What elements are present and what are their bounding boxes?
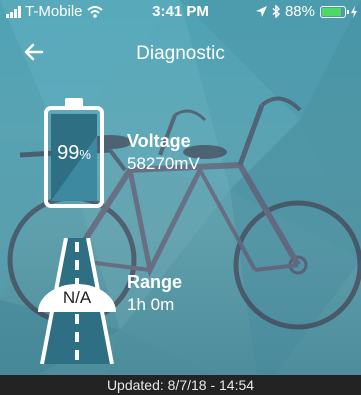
location-arrow-icon	[255, 6, 267, 17]
voltage-value: 58270mV	[127, 154, 200, 173]
battery-percent-label: 88%	[284, 3, 315, 20]
range-label: Range	[127, 272, 183, 292]
battery-percent-value: 99	[57, 142, 80, 164]
diagnostic-screen: T-Mobile 3:41 PM 88% Diagnostic 99% Volt…	[0, 0, 361, 395]
status-bar: T-Mobile 3:41 PM 88%	[0, 0, 361, 22]
voltage-label: Voltage	[127, 131, 191, 151]
charging-icon	[351, 5, 357, 18]
updated-footer: Updated: 8/7/18 - 14:54	[0, 375, 361, 395]
percent-sign: %	[79, 147, 91, 162]
page-title: Diagnostic	[136, 43, 225, 64]
bluetooth-icon	[272, 5, 280, 18]
status-right: 88%	[255, 3, 357, 20]
battery-fill	[322, 7, 341, 16]
range-na-badge: N/A	[62, 288, 92, 307]
battery-icon	[320, 5, 349, 18]
range-value: 1h 0m	[127, 295, 175, 314]
voltage-battery-percent: 99%	[44, 142, 104, 165]
